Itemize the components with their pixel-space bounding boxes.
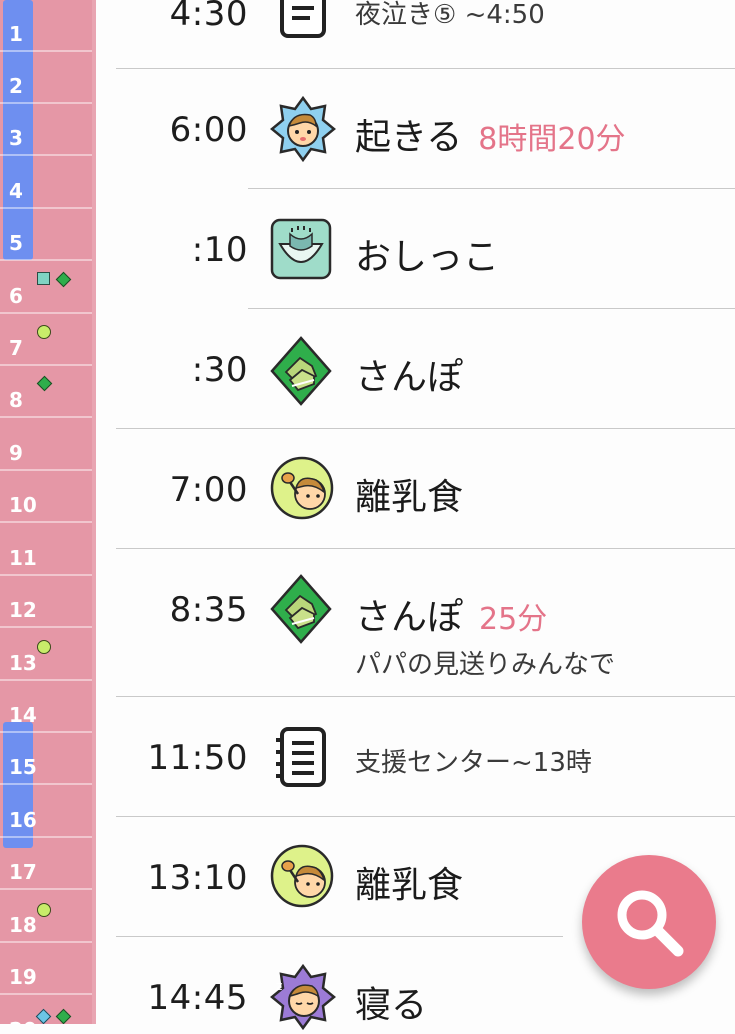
hour-row-9: 9	[0, 419, 92, 472]
entry-time: 7:00	[169, 470, 248, 510]
hour-label: 12	[9, 598, 37, 623]
hour-row-1: 1	[0, 0, 92, 53]
memo-icon	[270, 726, 332, 788]
baby-food-icon	[270, 456, 334, 520]
hour-row-18: 18	[0, 891, 92, 944]
log-entry[interactable]: 11:50 支援センター~13時	[96, 708, 735, 808]
entry-time: :30	[191, 350, 248, 390]
entry-label: 離乳食	[355, 477, 464, 518]
log-entry[interactable]: 6:00 起きる 8時間20分	[96, 80, 735, 180]
hour-label: 2	[9, 74, 23, 99]
log-entry[interactable]: 8:35 さんぽ 25分 パパの見送りみんなで	[96, 560, 735, 692]
hour-label: 13	[9, 651, 37, 676]
hour-label: 1	[9, 22, 23, 47]
entry-label: 離乳食	[355, 865, 464, 906]
hour-label: 10	[9, 493, 37, 518]
entry-time: 4:30	[169, 0, 248, 34]
entry-label: 寝る	[355, 985, 428, 1026]
divider	[116, 68, 735, 69]
hour-row-3: 3	[0, 104, 92, 157]
hour-label: 9	[9, 441, 23, 466]
hour-row-13: 13	[0, 629, 92, 682]
entry-time: 11:50	[147, 738, 248, 778]
hour-row-2: 2	[0, 52, 92, 105]
walk-shoes-icon	[270, 336, 332, 406]
search-icon	[617, 890, 684, 957]
food-marker	[37, 325, 51, 339]
hour-row-12: 12	[0, 576, 92, 629]
divider	[116, 548, 735, 549]
hour-row-15: 15	[0, 733, 92, 786]
svg-text:z: z	[276, 979, 282, 993]
hour-label: 11	[9, 546, 37, 571]
entry-time: 14:45	[147, 978, 248, 1018]
hour-row-17: 17	[0, 838, 92, 891]
hour-label: 7	[9, 336, 23, 361]
divider	[116, 936, 563, 937]
entry-label: 起きる 8時間20分	[355, 108, 626, 160]
hour-label: 5	[9, 231, 23, 256]
food-marker	[37, 903, 51, 917]
hour-label: 17	[9, 860, 37, 885]
search-button[interactable]	[582, 855, 716, 989]
entry-memo: 夜泣き⑤ ~4:50	[355, 0, 545, 30]
walk-shoes-icon	[270, 574, 332, 644]
wake-baby-icon	[270, 95, 336, 163]
entry-duration: 25分	[479, 602, 548, 637]
log-entry[interactable]: 4:30 夜泣き⑤ ~4:50	[96, 0, 735, 50]
hour-label: 14	[9, 703, 37, 728]
hour-row-4: 4	[0, 157, 92, 210]
food-marker	[37, 640, 51, 654]
sleep-baby-icon: z	[270, 963, 336, 1031]
hour-row-7: 7	[0, 314, 92, 367]
entry-label: さんぽ 25分	[355, 588, 547, 640]
entry-time: 6:00	[169, 110, 248, 150]
divider	[248, 308, 735, 309]
divider	[248, 188, 735, 189]
divider	[116, 696, 735, 697]
hour-row-14: 14	[0, 681, 92, 734]
hour-label: 15	[9, 755, 37, 780]
divider	[116, 428, 735, 429]
hour-label: 18	[9, 913, 37, 938]
log-entry[interactable]: 7:00 離乳食	[96, 440, 735, 540]
diaper-marker	[37, 272, 50, 285]
entry-time: 8:35	[169, 590, 248, 630]
entry-duration: 8時間20分	[478, 122, 626, 157]
hour-label: 19	[9, 965, 37, 990]
hour-row-19: 19	[0, 943, 92, 996]
hour-label: 4	[9, 179, 23, 204]
entry-time: :10	[191, 230, 248, 270]
hour-label: 16	[9, 808, 37, 833]
entry-memo: パパの見送りみんなで	[355, 650, 616, 680]
entry-memo: 支援センター~13時	[355, 748, 592, 778]
hour-row-5: 5	[0, 209, 92, 262]
hour-row-10: 10	[0, 471, 92, 524]
memo-icon	[270, 0, 332, 42]
hour-label: 6	[9, 284, 23, 309]
label-text: 起きる	[355, 117, 463, 158]
hour-label: 3	[9, 126, 23, 151]
hour-timeline[interactable]: 1 2 3 4 5 6 7 8 9 10 11 12 13 14 15 16 1…	[0, 0, 96, 1024]
entry-time: 13:10	[147, 858, 248, 898]
hour-label: 8	[9, 388, 23, 413]
label-text: さんぽ	[355, 597, 464, 638]
hour-label: 20	[9, 1018, 37, 1024]
hour-row-16: 16	[0, 786, 92, 839]
hour-row-6: 6	[0, 262, 92, 315]
entry-label: さんぽ	[355, 357, 464, 398]
log-entry[interactable]: :10 おしっこ	[96, 200, 735, 300]
baby-food-icon	[270, 844, 334, 908]
entry-label: おしっこ	[355, 237, 500, 278]
divider	[116, 816, 735, 817]
hour-row-11: 11	[0, 524, 92, 577]
log-entry[interactable]: :30 さんぽ	[96, 320, 735, 420]
hour-row-8: 8	[0, 366, 92, 419]
diaper-icon	[270, 218, 332, 280]
